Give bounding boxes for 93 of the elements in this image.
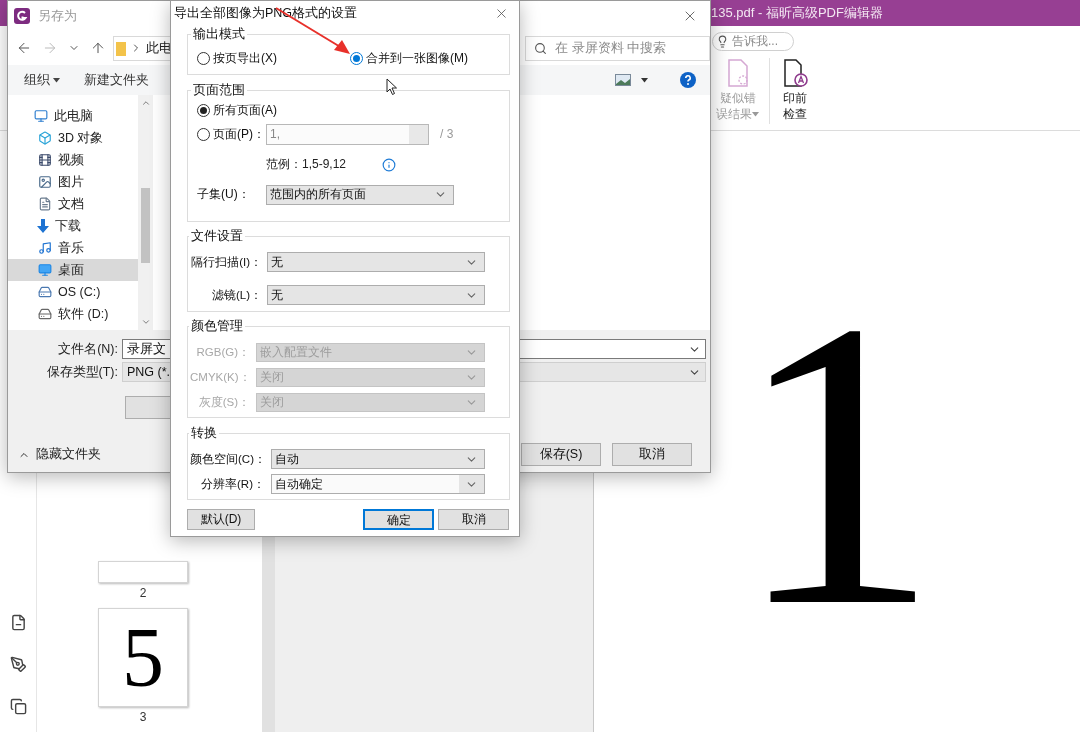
help-icon[interactable] xyxy=(680,72,696,88)
thumbnail-content: 5 xyxy=(122,610,164,706)
page-thumbnail[interactable]: 5 xyxy=(98,608,188,707)
scroll-up-icon[interactable] xyxy=(140,98,151,108)
dialog-button[interactable]: 默认(D) xyxy=(187,509,255,530)
film-icon xyxy=(36,151,53,169)
folder-label: OS (C:) xyxy=(58,285,101,299)
field-label: 灰度(S)： xyxy=(197,395,250,410)
picture-icon xyxy=(36,173,53,191)
folder-label: 此电脑 xyxy=(54,107,93,125)
window-title: 135.pdf - 福昕高级PDF编辑器 xyxy=(711,4,883,22)
dialog-button[interactable]: 取消 xyxy=(438,509,509,530)
folder-tree-item[interactable]: OS (C:) xyxy=(8,281,138,303)
info-icon[interactable] xyxy=(382,157,397,172)
desktop-icon xyxy=(36,261,53,279)
folder-tree-item[interactable]: 图片 xyxy=(8,171,138,193)
page-icon[interactable] xyxy=(9,614,27,631)
folder-label: 音乐 xyxy=(58,239,84,257)
combo-box[interactable]: 自动确定 xyxy=(271,474,485,494)
radio-button[interactable] xyxy=(197,52,210,65)
folder-icon xyxy=(116,40,126,56)
field-label: 隔行扫描(I)： xyxy=(190,254,262,270)
up-icon[interactable] xyxy=(90,40,106,56)
lightbulb-icon xyxy=(716,35,729,48)
page-number: 2 xyxy=(138,586,148,600)
folder-tree-item[interactable]: 音乐 xyxy=(8,237,138,259)
dropdown-select[interactable]: 无 xyxy=(267,285,485,305)
radio-button[interactable] xyxy=(197,103,210,117)
radio-button[interactable] xyxy=(350,52,363,65)
toolbar-button[interactable]: 组织 xyxy=(24,71,60,89)
scrollbar[interactable] xyxy=(138,95,153,330)
radio-label[interactable]: 所有页面(A) xyxy=(213,101,277,119)
scroll-thumb[interactable] xyxy=(141,188,150,263)
dropdown-select[interactable]: 无 xyxy=(267,252,485,272)
folder-label: 文档 xyxy=(58,195,84,213)
field-label: 保存类型(T): xyxy=(45,364,118,381)
dropdown-select[interactable]: 自动 xyxy=(271,449,485,469)
caret-icon[interactable] xyxy=(641,77,648,83)
toolbar-button[interactable]: 新建文件夹 xyxy=(84,71,149,89)
folder-tree-item[interactable]: 桌面 xyxy=(8,259,138,281)
field-label: CMYK(K)： xyxy=(190,370,250,385)
folder-tree-item[interactable]: 视频 xyxy=(8,149,138,171)
folder-tree-item[interactable]: 软件 (D:) xyxy=(8,303,138,325)
page-text: 1 xyxy=(734,259,940,669)
folder-label: 软件 (D:) xyxy=(58,305,109,323)
pen-icon[interactable] xyxy=(9,656,27,673)
folder-tree-item[interactable]: 此电脑 xyxy=(8,105,138,127)
search-field[interactable]: 在 录屏资料 中搜索 xyxy=(525,35,710,61)
field-label: 文件名(N): xyxy=(57,341,118,358)
page-thumbnail[interactable] xyxy=(98,561,188,583)
field-label: RGB(G)： xyxy=(195,345,250,360)
subset-select[interactable]: 范围内的所有页面 xyxy=(266,184,454,205)
view-icon[interactable] xyxy=(615,74,631,86)
folder-label: 桌面 xyxy=(58,261,84,279)
folder-label: 下载 xyxy=(55,217,81,235)
search-icon xyxy=(534,41,548,55)
computer-icon xyxy=(32,107,49,125)
cursor-icon xyxy=(386,78,397,95)
field-label: 分辨率(R)： xyxy=(200,476,265,492)
dialog-button[interactable]: 保存(S) xyxy=(521,443,601,466)
group-title: 页面范围 xyxy=(192,82,246,98)
dialog-button[interactable]: 确定 xyxy=(363,509,434,530)
copy-icon[interactable] xyxy=(9,698,27,715)
radio-button[interactable] xyxy=(197,127,210,141)
folder-label: 图片 xyxy=(58,173,84,191)
hide-folders-toggle[interactable]: 隐藏文件夹 xyxy=(18,446,101,463)
page-total: / 3 xyxy=(440,127,454,141)
group-title: 输出模式 xyxy=(192,27,246,42)
back-icon[interactable] xyxy=(16,40,32,56)
folder-label: 视频 xyxy=(58,151,84,169)
app-logo-icon xyxy=(14,8,30,24)
page-number: 3 xyxy=(138,710,148,724)
group-title: 转换 xyxy=(190,425,218,441)
dialog-title: 另存为 xyxy=(38,7,77,25)
radio-label[interactable]: 按页导出(X) xyxy=(213,50,277,67)
music-note-icon xyxy=(36,239,53,257)
download-icon xyxy=(36,219,50,233)
scroll-down-icon[interactable] xyxy=(140,317,151,327)
example-hint: 范例：1,5-9,12 xyxy=(266,156,347,173)
dialog-button[interactable]: 取消 xyxy=(612,443,692,466)
radio-label[interactable]: 合并到一张图像(M) xyxy=(366,50,468,67)
field-label: 滤镜(L)： xyxy=(210,287,262,303)
folder-tree-item[interactable]: 文档 xyxy=(8,193,138,215)
folder-label: 3D 对象 xyxy=(58,129,104,147)
radio-label[interactable]: 页面(P)： xyxy=(213,125,265,143)
folder-tree-item[interactable]: 3D 对象 xyxy=(8,127,138,149)
cube-icon xyxy=(36,129,53,147)
folder-tree-item[interactable]: 下载 xyxy=(8,215,138,237)
group-title: 颜色管理 xyxy=(190,318,244,334)
group-title: 文件设置 xyxy=(190,228,244,244)
field-label: 颜色空间(C)： xyxy=(190,451,265,467)
field-label: 子集(U)： xyxy=(197,186,251,203)
ribbon-button[interactable]: 印前 检查 xyxy=(776,58,814,124)
